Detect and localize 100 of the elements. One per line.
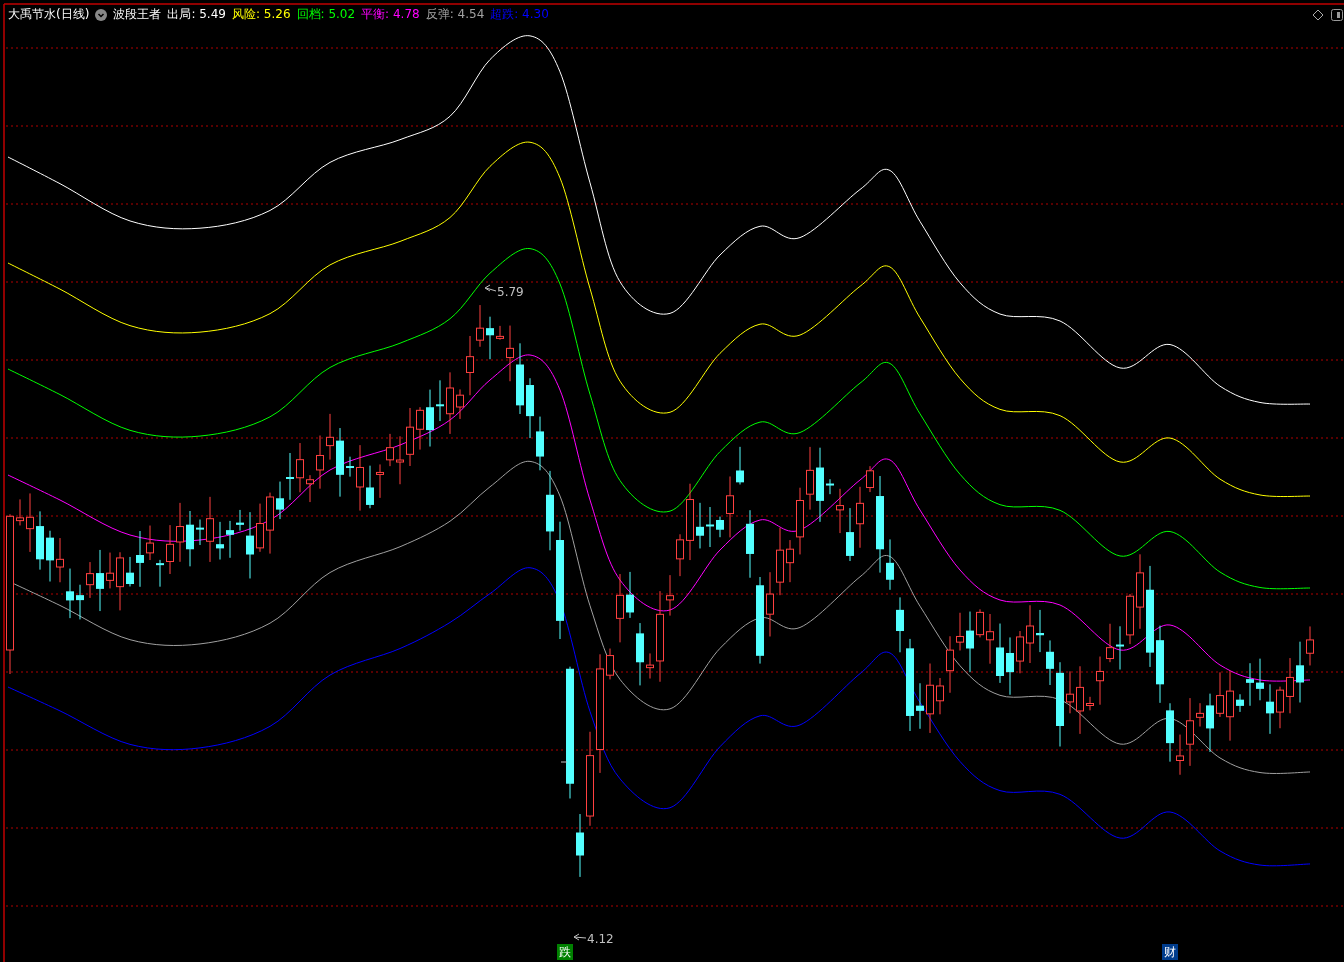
candlestick — [1096, 656, 1104, 706]
candlestick — [166, 524, 174, 575]
candlestick — [266, 492, 274, 555]
candlestick — [806, 446, 814, 511]
candlestick — [676, 533, 684, 577]
indicator-value: 风险: 5.26 — [231, 6, 291, 23]
candlestick — [1276, 686, 1284, 729]
candlestick — [406, 407, 414, 467]
candlestick — [1186, 697, 1194, 767]
candlestick — [1046, 639, 1054, 686]
candlestick — [186, 510, 194, 567]
candlestick — [836, 488, 844, 534]
candlestick — [46, 530, 54, 582]
candlestick — [796, 487, 804, 555]
candlestick — [706, 506, 714, 548]
candlestick — [466, 335, 474, 396]
candlestick — [736, 446, 744, 485]
candlestick — [376, 463, 384, 499]
candlestick — [1306, 625, 1314, 666]
candlestick — [1116, 625, 1124, 670]
candlestick — [276, 481, 284, 520]
signal-marker: 跌 — [557, 944, 573, 960]
candlestick — [496, 325, 504, 341]
candlestick — [176, 502, 184, 563]
candlestick — [1206, 693, 1214, 753]
candlestick — [956, 612, 964, 651]
candlestick — [396, 435, 404, 485]
candlestick — [26, 492, 34, 553]
candlestick — [1286, 657, 1294, 714]
candlestick — [526, 377, 534, 439]
candlestick — [766, 571, 774, 637]
diamond-icon[interactable] — [1312, 9, 1324, 21]
candlestick — [616, 573, 624, 643]
candlestick — [636, 622, 644, 686]
candlestick — [1256, 658, 1264, 701]
candlestick — [946, 635, 954, 694]
candlestick — [1226, 670, 1234, 742]
candlestick — [1026, 604, 1034, 664]
candlestick — [386, 433, 394, 467]
candlestick — [696, 502, 704, 549]
candlestick — [896, 596, 904, 653]
signal-marker: 财 — [1162, 944, 1178, 960]
candlestick — [56, 537, 64, 583]
candlestick — [1036, 609, 1044, 653]
candlestick — [286, 452, 294, 501]
candlestick — [196, 519, 204, 546]
candlestick — [966, 611, 974, 673]
candlestick — [226, 520, 234, 559]
candlestick — [606, 648, 614, 680]
candlestick — [446, 371, 454, 435]
candlestick — [256, 503, 264, 553]
candlestick — [66, 568, 74, 619]
candlestick — [106, 552, 114, 589]
indicator-name: 波段王者 — [113, 6, 162, 23]
candlestick — [976, 608, 984, 638]
candlestick — [336, 427, 344, 498]
candlestick — [716, 516, 724, 538]
candlestick — [96, 549, 104, 612]
panel-toggle-icon[interactable] — [1331, 9, 1343, 21]
candlestick — [1266, 683, 1274, 735]
candlestick — [1016, 630, 1024, 674]
arrow-icon — [484, 284, 497, 292]
candlestick — [666, 574, 674, 617]
candlestick — [936, 677, 944, 715]
candlestick — [136, 530, 144, 588]
candlestick — [856, 486, 864, 549]
candlestick — [1006, 636, 1014, 696]
candlestick — [236, 509, 244, 532]
candlestick — [86, 561, 94, 599]
candlestick — [986, 613, 994, 665]
candlestick — [76, 584, 84, 620]
candlestick — [216, 521, 224, 560]
candlestick — [1296, 641, 1304, 703]
candlestick — [146, 525, 154, 561]
candlestick — [626, 571, 634, 619]
candlestick — [726, 476, 734, 538]
candlestick — [1196, 702, 1204, 727]
candlestick — [776, 527, 784, 596]
dropdown-icon[interactable] — [95, 8, 108, 21]
candlestick — [366, 465, 374, 509]
candlestick — [306, 474, 314, 503]
candlestick — [156, 559, 164, 588]
candlestick — [866, 465, 874, 493]
candlestick — [1236, 693, 1244, 713]
candlestick — [356, 444, 364, 512]
candlestick — [926, 663, 934, 734]
candlestick — [486, 316, 494, 360]
candlestick — [296, 442, 304, 493]
candlestick — [416, 406, 424, 451]
high-price-label: 5.79 — [497, 285, 524, 299]
candlestick — [346, 456, 354, 478]
candlestick — [1126, 593, 1134, 645]
candlestick — [536, 416, 544, 471]
arrow-icon — [573, 933, 587, 941]
indicator-value: 回档: 5.02 — [296, 6, 356, 23]
candlestick — [846, 507, 854, 562]
candlestick — [1066, 670, 1074, 714]
candlestick — [576, 813, 584, 878]
candlestick — [316, 435, 324, 490]
candlestick — [436, 379, 444, 422]
